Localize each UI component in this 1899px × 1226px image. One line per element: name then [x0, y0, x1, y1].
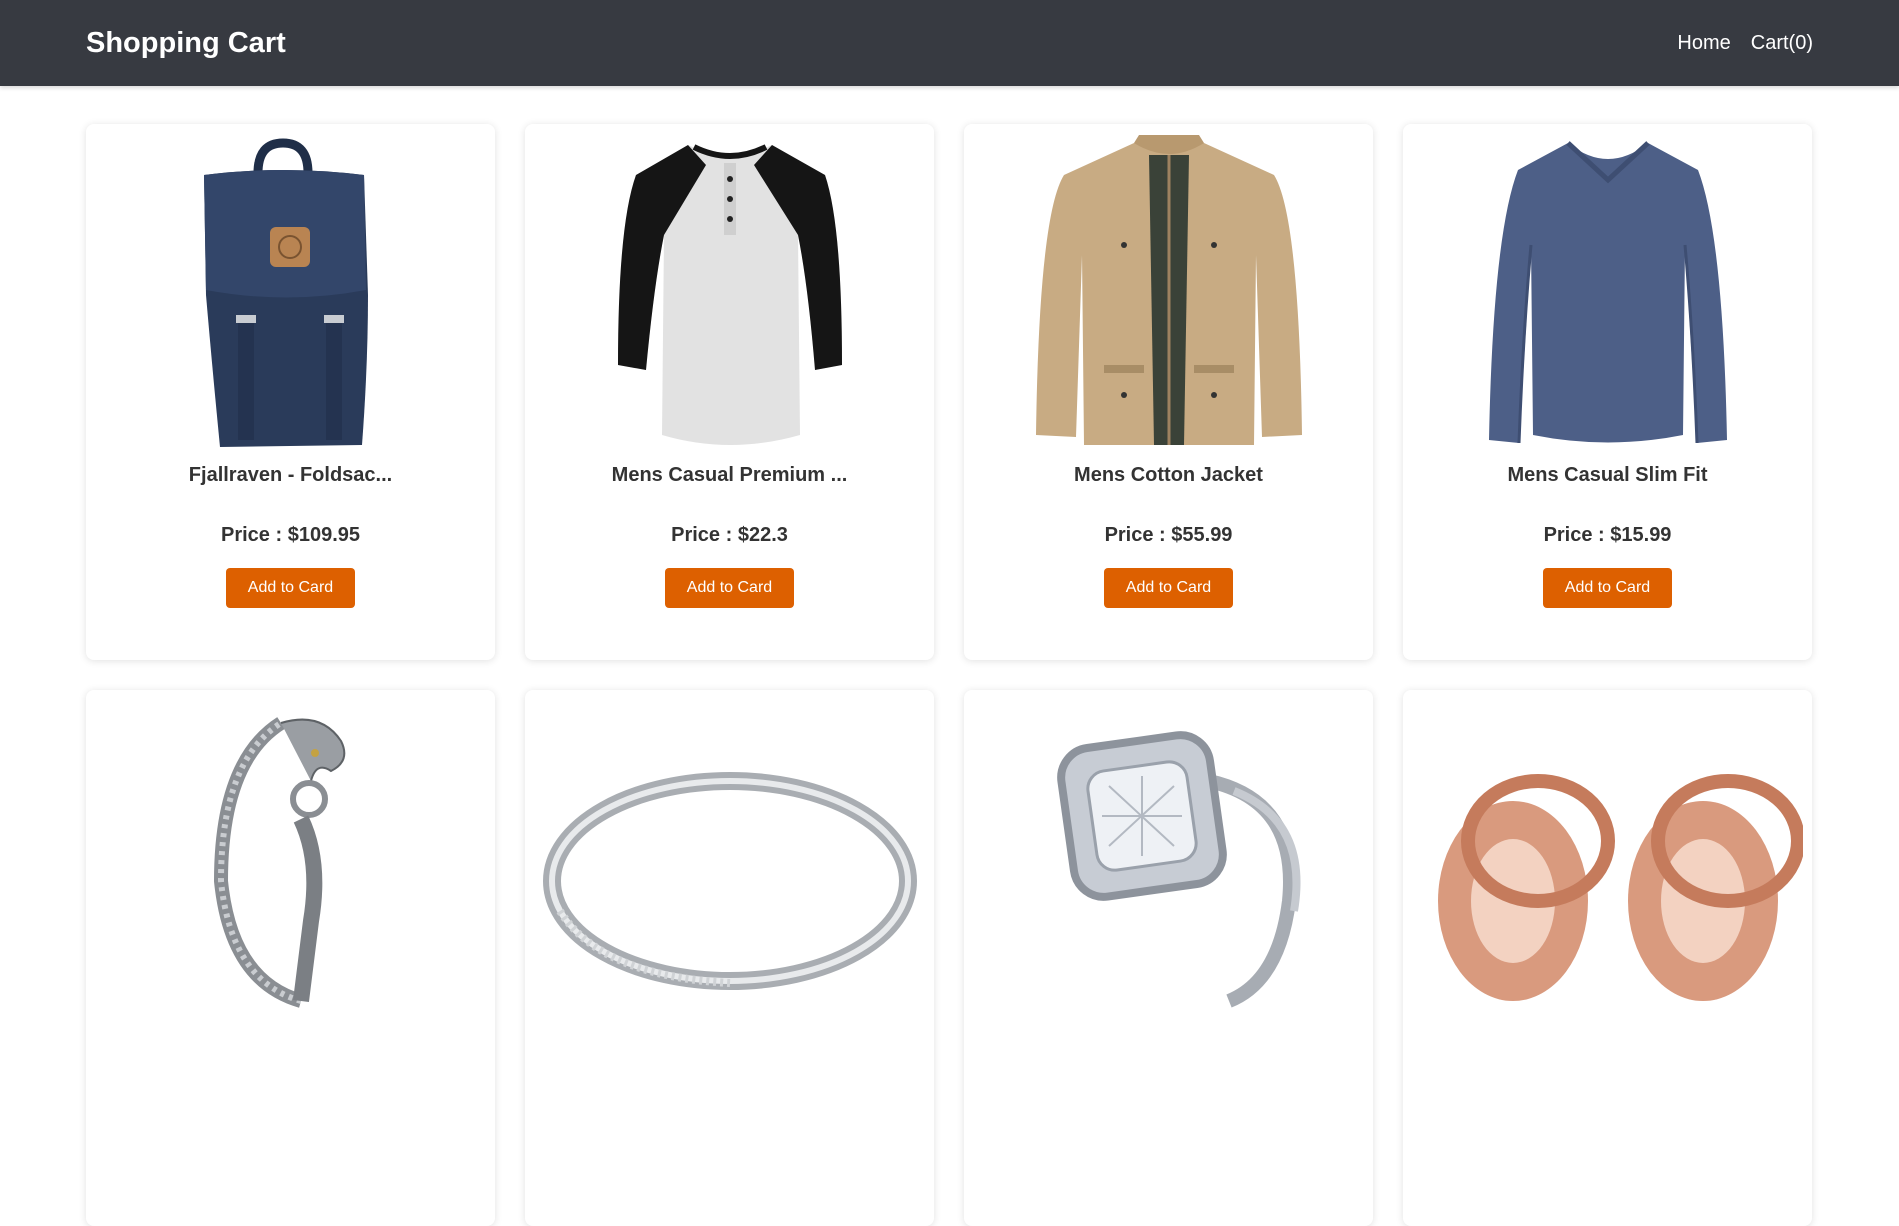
add-to-cart-button[interactable]: Add to Card: [1543, 568, 1672, 608]
add-to-cart-button[interactable]: Add to Card: [665, 568, 794, 608]
product-card: [86, 690, 495, 1226]
product-image: [964, 690, 1373, 1014]
nav-cart-link[interactable]: Cart(0): [1751, 32, 1813, 55]
nav-links: Home Cart(0): [1677, 32, 1813, 55]
product-title: Mens Cotton Jacket: [1074, 464, 1263, 486]
jacket-image: [1035, 135, 1302, 445]
backpack-image: [203, 138, 368, 447]
product-card: Mens Casual Premium ... Price : $22.3 Ad…: [525, 124, 934, 660]
add-to-cart-button[interactable]: Add to Card: [226, 568, 355, 608]
product-price: Price : $22.3: [671, 524, 788, 546]
product-title: Fjallraven - Foldsac...: [188, 464, 393, 486]
nav-home-link[interactable]: Home: [1677, 32, 1730, 55]
add-to-cart-button[interactable]: Add to Card: [1104, 568, 1233, 608]
product-image: [86, 124, 495, 448]
product-price: Price : $15.99: [1543, 524, 1672, 546]
rose-gold-plugs-image: [1437, 774, 1803, 1001]
product-grid: Fjallraven - Foldsac... Price : $109.95 …: [86, 124, 1812, 1226]
dragon-bracelet-image: [213, 717, 345, 1008]
raglan-tshirt-image: [617, 144, 842, 445]
product-image: [964, 124, 1373, 448]
product-card: [1403, 690, 1812, 1226]
product-title: Mens Casual Premium ...: [611, 464, 848, 486]
long-sleeve-shirt-image: [1488, 141, 1727, 444]
product-image: [1403, 124, 1812, 448]
product-image: [525, 124, 934, 448]
product-card: Fjallraven - Foldsac... Price : $109.95 …: [86, 124, 495, 660]
silver-ring-image: [542, 772, 917, 990]
brand-title[interactable]: Shopping Cart: [86, 27, 286, 60]
product-card: [525, 690, 934, 1226]
product-title: Mens Casual Slim Fit: [1507, 464, 1708, 486]
product-card: Mens Casual Slim Fit Price : $15.99 Add …: [1403, 124, 1812, 660]
product-image: [1403, 690, 1812, 1014]
product-card: [964, 690, 1373, 1226]
product-image: [525, 690, 934, 1014]
navbar: Shopping Cart Home Cart(0): [0, 0, 1899, 86]
product-price: Price : $55.99: [1104, 524, 1233, 546]
product-card: Mens Cotton Jacket Price : $55.99 Add to…: [964, 124, 1373, 660]
product-price: Price : $109.95: [221, 524, 360, 546]
diamond-ring-image: [1056, 731, 1300, 1008]
product-image: [86, 690, 495, 1014]
